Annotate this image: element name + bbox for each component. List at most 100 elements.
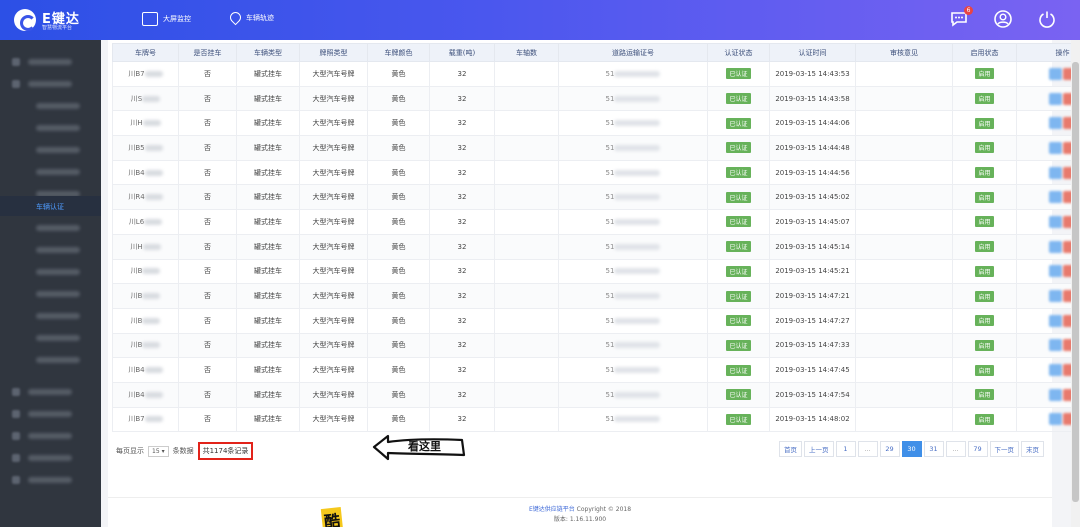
sidebar-item[interactable]: [0, 52, 101, 72]
scrollbar-thumb[interactable]: [1072, 62, 1079, 502]
sidebar-item[interactable]: [0, 382, 101, 402]
prev-page-button[interactable]: 上一页: [804, 441, 834, 457]
enabled-cell: 启用: [952, 406, 1017, 433]
logout-button[interactable]: [1036, 8, 1058, 30]
enabled-badge: 启用: [975, 167, 994, 179]
trailer-cell: 否: [178, 357, 237, 383]
load-cell: 32: [429, 357, 495, 383]
vehicle-type-cell: 罐式挂车: [236, 233, 300, 260]
notification-badge: 6: [964, 6, 973, 15]
sidebar-item[interactable]: [0, 262, 101, 282]
column-header[interactable]: 载重(吨): [429, 43, 495, 62]
sidebar-item[interactable]: [0, 470, 101, 490]
per-page-value: 15: [152, 447, 160, 455]
sidebar-item[interactable]: [0, 96, 101, 116]
page-button[interactable]: 29: [879, 441, 900, 457]
vehicle-type-cell: 罐式挂车: [236, 332, 300, 359]
page-button-active[interactable]: 30: [901, 441, 922, 457]
sidebar-item-vehicle-auth[interactable]: 车辆认证: [0, 196, 101, 216]
message-button[interactable]: 6: [948, 6, 973, 30]
review-comment-cell: [855, 357, 953, 383]
column-header[interactable]: 审核意见: [855, 43, 953, 62]
auth-status-badge: 已认证: [726, 413, 751, 425]
sidebar-item[interactable]: [0, 218, 101, 238]
sidebar-item[interactable]: [0, 118, 101, 138]
plate-number: 川R4: [128, 193, 145, 202]
edit-button[interactable]: [1049, 215, 1062, 228]
user-button[interactable]: [992, 8, 1014, 30]
edit-button[interactable]: [1049, 314, 1062, 327]
edit-button[interactable]: [1049, 388, 1062, 401]
sidebar-item[interactable]: [0, 306, 101, 326]
column-header[interactable]: 车牌号: [112, 43, 179, 62]
column-header[interactable]: 车轴数: [494, 43, 559, 62]
permit-number: 51: [605, 94, 615, 103]
edit-button[interactable]: [1049, 240, 1062, 253]
column-header[interactable]: 牌照类型: [299, 43, 368, 62]
permit-number: 51: [605, 415, 615, 424]
page-button[interactable]: 31: [923, 441, 944, 457]
permit-cell: 51: [558, 307, 708, 334]
sidebar-item[interactable]: [0, 284, 101, 304]
sidebar-item[interactable]: [0, 426, 101, 446]
auth-time-cell: 2019-03-15 14:44:56: [769, 159, 856, 186]
edit-button[interactable]: [1049, 191, 1062, 204]
license-type-cell: 大型汽车号牌: [299, 381, 368, 408]
edit-button[interactable]: [1049, 67, 1062, 80]
platform-link[interactable]: E键达供应链平台: [529, 506, 575, 513]
edit-button[interactable]: [1049, 364, 1062, 377]
enabled-badge: 启用: [975, 364, 994, 376]
column-header[interactable]: 认证状态: [707, 43, 770, 62]
edit-button[interactable]: [1049, 141, 1062, 154]
last-page-button[interactable]: 末页: [1021, 441, 1044, 457]
edit-button[interactable]: [1049, 265, 1062, 278]
column-header[interactable]: 道路运输证号: [558, 43, 708, 62]
app-logo[interactable]: E键达 智慧物流平台: [14, 6, 106, 34]
sidebar-item[interactable]: [0, 162, 101, 182]
sidebar-item[interactable]: [0, 448, 101, 468]
user-icon: [994, 10, 1012, 28]
axle-count-cell: [494, 258, 559, 285]
nav-vehicle-track[interactable]: 车辆轨迹: [227, 9, 274, 26]
column-header[interactable]: 是否挂车: [178, 43, 237, 62]
vehicle-type-cell: 罐式挂车: [236, 307, 300, 334]
vehicle-type-cell: 罐式挂车: [236, 110, 300, 137]
sidebar-item[interactable]: [0, 350, 101, 370]
sidebar-item[interactable]: [0, 328, 101, 348]
edit-button[interactable]: [1049, 117, 1062, 130]
redacted-blur: [614, 144, 661, 151]
auth-status-cell: 已认证: [707, 357, 770, 383]
sidebar-item[interactable]: [0, 74, 101, 94]
auth-status-cell: 已认证: [707, 233, 770, 260]
auth-status-badge: 已认证: [726, 339, 751, 351]
per-page-select[interactable]: 15 ▾: [148, 445, 169, 457]
trailer-cell: 否: [178, 159, 237, 186]
auth-time-cell: 2019-03-15 14:47:21: [769, 283, 856, 309]
trailer-cell: 否: [178, 209, 237, 235]
page-button[interactable]: 1: [835, 441, 856, 457]
column-header[interactable]: 车牌颜色: [367, 43, 430, 62]
edit-button[interactable]: [1049, 413, 1062, 426]
edit-button[interactable]: [1049, 290, 1062, 303]
column-header[interactable]: 启用状态: [952, 43, 1017, 62]
sidebar-item[interactable]: [0, 404, 101, 424]
nav-big-screen[interactable]: 大屏监控: [142, 12, 191, 26]
sidebar-item[interactable]: [0, 140, 101, 160]
edit-button[interactable]: [1049, 166, 1062, 179]
permit-number: 51: [605, 390, 615, 399]
edit-button[interactable]: [1049, 92, 1062, 105]
license-type-cell: 大型汽车号牌: [299, 135, 368, 161]
review-comment-cell: [855, 61, 953, 87]
page-scrollbar[interactable]: [1071, 40, 1080, 527]
column-header[interactable]: 认证时间: [769, 43, 856, 62]
plate-number: 川B7: [128, 415, 145, 424]
column-header[interactable]: 车辆类型: [236, 43, 300, 62]
redacted-blur: [142, 317, 161, 324]
page-button[interactable]: 79: [967, 441, 988, 457]
permit-number: 51: [605, 168, 615, 177]
edit-button[interactable]: [1049, 339, 1062, 352]
first-page-button[interactable]: 首页: [779, 441, 802, 457]
vehicle-type-cell: 罐式挂车: [236, 184, 300, 211]
sidebar-item[interactable]: [0, 240, 101, 260]
next-page-button[interactable]: 下一页: [989, 441, 1019, 457]
